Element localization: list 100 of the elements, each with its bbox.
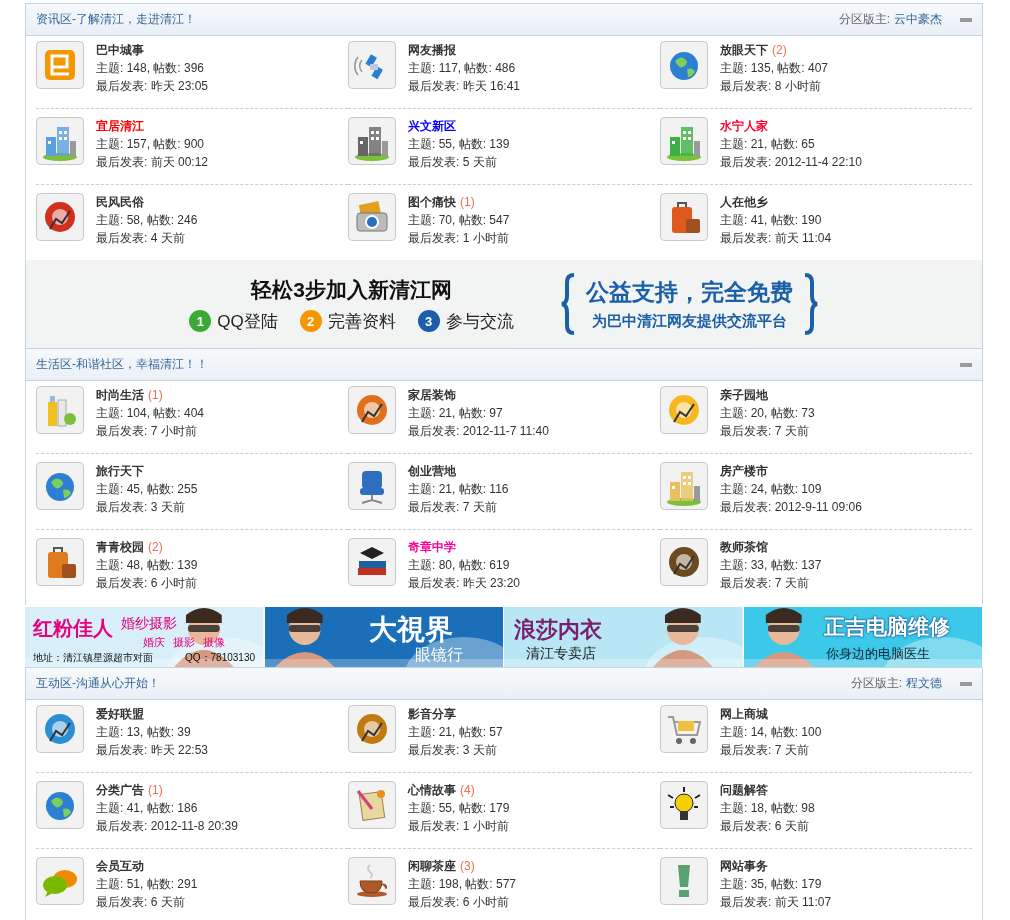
moderator-link[interactable]: 云中豪杰 [894, 11, 942, 28]
new-posts-count: (2) [772, 42, 787, 59]
forum-title-link[interactable]: 水宁人家 [720, 117, 768, 135]
forum-stats: 主题: 14, 帖数: 100 [720, 724, 822, 741]
forum-title-link[interactable]: 房产楼市 [720, 462, 768, 480]
last-post-time: 最后发表: 7 天前 [720, 742, 810, 759]
forum-stats: 主题: 135, 帖数: 407 [720, 60, 829, 77]
forum-stats: 主题: 21, 帖数: 65 [720, 136, 816, 153]
banner-slogan: 公益支持，完全免费 [585, 278, 793, 307]
forum-title-link[interactable]: 青青校园 [96, 538, 144, 556]
forum-stats: 主题: 18, 帖数: 98 [720, 800, 815, 817]
forum-title-link[interactable]: 时尚生活 [96, 386, 144, 404]
forum-stats: 主题: 80, 帖数: 619 [408, 557, 511, 574]
forum-title-link[interactable]: 亲子园地 [720, 386, 768, 404]
forum-title-link[interactable]: 影音分享 [408, 705, 456, 723]
step-number: 3 [417, 310, 440, 332]
ad-text: 你身边的电脑医生 [825, 645, 930, 663]
forum-stats: 主题: 13, 帖数: 39 [96, 724, 192, 741]
last-post-time: 最后发表: 8 小时前 [720, 78, 822, 95]
last-post-time: 最后发表: 7 天前 [720, 423, 810, 440]
forum-title-link[interactable]: 教师茶馆 [720, 538, 768, 556]
ad-banner[interactable]: 红粉佳人 婚纱摄影 婚庆 摄影 摄像 地址：清江镇星源超市对面 QQ：78103130 [25, 607, 265, 667]
last-post-time: 最后发表: 2012-11-4 22:10 [720, 154, 862, 171]
last-post-time: 最后发表: 2012-9-11 09:06 [720, 499, 862, 516]
ad-text: 正吉电脑维修 [823, 614, 950, 640]
last-post-time: 最后发表: 前天 00:12 [96, 154, 209, 171]
last-post-time: 最后发表: 6 天前 [720, 818, 810, 835]
forum-stats: 主题: 45, 帖数: 255 [96, 481, 198, 498]
ad-text: 地址：清江镇星源超市对面 [33, 651, 153, 665]
ad-banner[interactable]: 大視界 眼镜行 [264, 607, 504, 667]
new-posts-count: (4) [460, 782, 475, 799]
forum-title-link[interactable]: 创业营地 [408, 462, 456, 480]
forum-stats: 主题: 41, 帖数: 190 [720, 212, 823, 229]
step-label: 完善资料 [327, 310, 396, 333]
section-title[interactable]: 互动区-沟通从心开始！ [36, 675, 160, 692]
forum-stats: 主题: 21, 帖数: 57 [408, 724, 503, 741]
section-title[interactable]: 生活区-和谐社区，幸福清江！！ [36, 356, 208, 373]
forum-title-link[interactable]: 人在他乡 [720, 193, 768, 211]
ad-text: 红粉佳人 [33, 616, 113, 641]
forum-title-link[interactable]: 图个痛快 [408, 193, 456, 211]
new-posts-count: (3) [460, 858, 475, 875]
section-title[interactable]: 资讯区-了解清江，走进清江！ [36, 11, 196, 28]
join-banner[interactable]: 轻松3步加入新清江网 1 QQ登陆 2 完善资料 3 参与交流 公益支持，完全免费 为巴中清江网友提供交流平台 [25, 260, 983, 348]
last-post-time: 最后发表: 6 小时前 [96, 575, 198, 592]
ad-banner[interactable]: 浪莎内衣 清江专卖店 [504, 607, 744, 667]
forum-title-link[interactable]: 民风民俗 [96, 193, 144, 211]
forum-stats: 主题: 157, 帖数: 900 [96, 136, 206, 153]
forum-stats: 主题: 55, 帖数: 139 [408, 136, 510, 153]
last-post-time: 最后发表: 5 天前 [408, 154, 498, 171]
last-post-time: 最后发表: 6 天前 [96, 894, 186, 911]
forum-title-link[interactable]: 问题解答 [720, 781, 768, 799]
forum-title-link[interactable]: 会员互动 [96, 857, 144, 875]
step-number: 2 [299, 310, 322, 332]
forum-title-link[interactable]: 兴文新区 [408, 117, 456, 135]
ad-text: 大視界 [368, 613, 453, 647]
forum-stats: 主题: 33, 帖数: 137 [720, 557, 822, 574]
step-label: 参与交流 [445, 310, 514, 333]
last-post-time: 最后发表: 昨天 22:53 [96, 742, 209, 759]
forum-title-link[interactable]: 奇章中学 [408, 538, 456, 556]
forum-title-link[interactable]: 家居装饰 [408, 386, 456, 404]
ad-banner[interactable]: 正吉电脑维修 你身边的电脑医生 [743, 607, 983, 667]
forum-stats: 主题: 117, 帖数: 486 [408, 60, 517, 77]
forum-title-link[interactable]: 网站事务 [720, 857, 768, 875]
forum-title-link[interactable]: 网上商城 [720, 705, 768, 723]
forum-stats: 主题: 58, 帖数: 246 [96, 212, 198, 229]
moderator-link[interactable]: 程文德 [906, 675, 942, 692]
forum-title-link[interactable]: 爱好联盟 [96, 705, 144, 723]
forum-stats: 主题: 41, 帖数: 186 [96, 800, 199, 817]
forum-stats: 主题: 20, 帖数: 73 [720, 405, 815, 422]
forum-title-link[interactable]: 闲聊茶座 [408, 857, 456, 875]
last-post-time: 最后发表: 1 小时前 [408, 230, 510, 247]
forum-stats: 主题: 35, 帖数: 179 [720, 876, 823, 893]
ad-text: 摄像 [203, 635, 225, 650]
step-number: 1 [189, 310, 212, 332]
forum-stats: 主题: 21, 帖数: 116 [408, 481, 509, 498]
forum-title-link[interactable]: 旅行天下 [96, 462, 144, 480]
last-post-time: 最后发表: 1 小时前 [408, 818, 510, 835]
ad-text: 婚纱摄影 [121, 615, 177, 633]
forum-title-link[interactable]: 放眼天下 [720, 41, 768, 59]
last-post-time: 最后发表: 2012-11-8 20:39 [96, 818, 238, 835]
forum-title-link[interactable]: 网友播报 [408, 41, 456, 59]
last-post-time: 最后发表: 4 天前 [96, 230, 186, 247]
ad-text: QQ：78103130 [185, 651, 256, 665]
moderator-label: 分区版主: [850, 675, 902, 692]
forum-title-link[interactable]: 巴中城事 [96, 41, 144, 59]
last-post-time: 最后发表: 7 天前 [408, 499, 498, 516]
forum-stats: 主题: 48, 帖数: 139 [96, 557, 198, 574]
forum-title-link[interactable]: 宜居清江 [96, 117, 144, 135]
new-posts-count: (1) [460, 194, 475, 211]
last-post-time: 最后发表: 3 天前 [96, 499, 186, 516]
forum-stats: 主题: 21, 帖数: 97 [408, 405, 504, 422]
last-post-time: 最后发表: 2012-11-7 11:40 [408, 423, 549, 440]
forum-stats: 主题: 51, 帖数: 291 [96, 876, 198, 893]
forum-stats: 主题: 148, 帖数: 396 [96, 60, 206, 77]
ad-text: 婚庆 [143, 635, 165, 650]
forum-title-link[interactable]: 心情故事 [408, 781, 456, 799]
ad-text: 眼镜行 [414, 645, 463, 665]
new-posts-count: (2) [148, 539, 163, 556]
forum-title-link[interactable]: 分类广告 [96, 781, 144, 799]
forum-stats: 主题: 55, 帖数: 179 [408, 800, 510, 817]
